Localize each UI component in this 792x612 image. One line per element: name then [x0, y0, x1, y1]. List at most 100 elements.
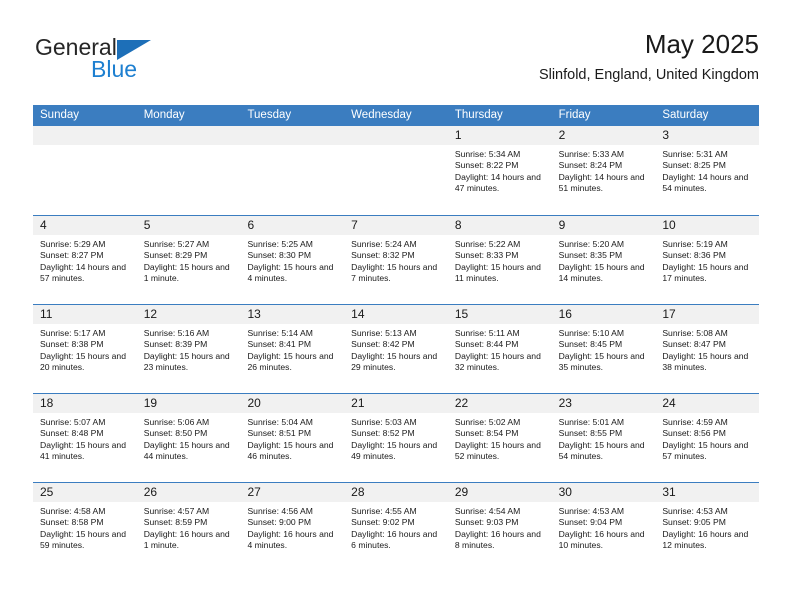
- daylight-text: Daylight: 15 hours and 17 minutes.: [662, 261, 749, 284]
- calendar-day-cell[interactable]: 20 Sunrise: 5:04 AM Sunset: 8:51 PM Dayligh…: [240, 394, 345, 482]
- weekday-header-thursday: Thursday: [454, 109, 503, 121]
- sunrise-text: Sunrise: 4:53 AM: [662, 506, 728, 516]
- daylight-text: Daylight: 15 hours and 41 minutes.: [40, 439, 126, 462]
- day-number: 26: [136, 483, 241, 502]
- sunrise-text: Sunrise: 5:03 AM: [351, 417, 417, 427]
- sunset-text: Sunset: 8:47 PM: [662, 339, 726, 350]
- sunset-text: Sunset: 9:04 PM: [558, 517, 623, 528]
- calendar-day-cell[interactable]: 30 Sunrise: 4:53 AM Sunset: 9:04 PM Dayligh…: [551, 483, 656, 571]
- calendar-day-cell[interactable]: 15 Sunrise: 5:11 AM Sunset: 8:44 PM Dayligh…: [447, 305, 552, 393]
- calendar-day-cell[interactable]: 8 Sunrise: 5:22 AM Sunset: 8:33 PM Daylight…: [447, 216, 552, 304]
- calendar-day-cell[interactable]: 3 Sunrise: 5:31 AM Sunset: 8:25 PM Daylight…: [655, 126, 760, 215]
- sunset-text: Sunset: 8:56 PM: [662, 428, 726, 439]
- day-number: 18: [33, 394, 137, 413]
- day-number: 17: [655, 305, 760, 324]
- sunrise-text: Sunrise: 5:17 AM: [40, 328, 106, 338]
- calendar-day-cell[interactable]: 2 Sunrise: 5:33 AM Sunset: 8:24 PM Daylight…: [551, 126, 656, 215]
- daylight-text: Daylight: 14 hours and 47 minutes.: [454, 171, 541, 194]
- calendar-day-cell[interactable]: 28 Sunrise: 4:55 AM Sunset: 9:02 PM Dayligh…: [344, 483, 448, 571]
- calendar-day-cell[interactable]: 25 Sunrise: 4:58 AM Sunset: 8:58 PM Dayligh…: [33, 483, 137, 571]
- day-number: 8: [447, 216, 552, 235]
- calendar-day-cell[interactable]: 9 Sunrise: 5:20 AM Sunset: 8:35 PM Daylight…: [551, 216, 656, 304]
- calendar-week-row: 18 Sunrise: 5:07 AM Sunset: 8:48 PM Dayligh…: [33, 393, 760, 482]
- day-sun-info: Sunrise: 5:33 AM Sunset: 8:24 PM Daylight:…: [552, 145, 656, 195]
- sunset-text: Sunset: 8:39 PM: [143, 339, 208, 350]
- day-number: 21: [344, 394, 448, 413]
- sunset-text: Sunset: 9:03 PM: [454, 517, 519, 528]
- daylight-text: Daylight: 14 hours and 51 minutes.: [558, 171, 645, 194]
- sunset-text: Sunset: 8:48 PM: [40, 428, 104, 439]
- sunrise-text: Sunrise: 5:06 AM: [143, 417, 210, 427]
- day-number: 10: [655, 216, 760, 235]
- day-sun-info: Sunrise: 5:27 AM Sunset: 8:29 PM Daylight:…: [137, 235, 241, 285]
- calendar-day-cell[interactable]: 23 Sunrise: 5:01 AM Sunset: 8:55 PM Dayligh…: [551, 394, 656, 482]
- day-number: 4: [33, 216, 137, 235]
- calendar-day-cell[interactable]: 27 Sunrise: 4:56 AM Sunset: 9:00 PM Dayligh…: [240, 483, 345, 571]
- sunset-text: Sunset: 8:25 PM: [662, 160, 726, 171]
- weekday-header-saturday: Saturday: [662, 109, 709, 121]
- daylight-text: Daylight: 16 hours and 10 minutes.: [558, 528, 645, 551]
- sunset-text: Sunset: 9:02 PM: [351, 517, 415, 528]
- daylight-text: Daylight: 15 hours and 35 minutes.: [558, 350, 645, 373]
- title-block: May 2025 Slinfold, England, United Kingd…: [539, 28, 759, 84]
- weekday-header-friday: Friday: [558, 109, 591, 121]
- sunset-text: Sunset: 8:36 PM: [662, 250, 726, 261]
- day-sun-info: Sunrise: 4:54 AM Sunset: 9:03 PM Daylight:…: [448, 502, 552, 552]
- daylight-text: Daylight: 15 hours and 29 minutes.: [351, 350, 438, 373]
- calendar-day-cell[interactable]: 26 Sunrise: 4:57 AM Sunset: 8:59 PM Dayligh…: [136, 483, 241, 571]
- sunrise-text: Sunrise: 4:56 AM: [247, 506, 313, 516]
- calendar-week-row: 4 Sunrise: 5:29 AM Sunset: 8:27 PM Daylight…: [33, 215, 760, 304]
- sunset-text: Sunset: 8:33 PM: [454, 250, 519, 261]
- weekday-header-monday: Monday: [143, 109, 185, 121]
- calendar-day-cell[interactable]: 6 Sunrise: 5:25 AM Sunset: 8:30 PM Daylight…: [240, 216, 345, 304]
- calendar-day-cell[interactable]: 5 Sunrise: 5:27 AM Sunset: 8:29 PM Daylight…: [136, 216, 241, 304]
- calendar-week-row: 25 Sunrise: 4:58 AM Sunset: 8:58 PM Dayligh…: [33, 482, 760, 571]
- calendar-day-cell[interactable]: 1 Sunrise: 5:34 AM Sunset: 8:22 PM Daylight…: [447, 126, 552, 215]
- calendar-day-cell[interactable]: 16 Sunrise: 5:10 AM Sunset: 8:45 PM Dayligh…: [551, 305, 656, 393]
- calendar-day-cell[interactable]: 13 Sunrise: 5:14 AM Sunset: 8:41 PM Dayligh…: [240, 305, 345, 393]
- calendar-day-cell[interactable]: 17 Sunrise: 5:08 AM Sunset: 8:47 PM Dayligh…: [655, 305, 760, 393]
- calendar-day-cell[interactable]: 12 Sunrise: 5:16 AM Sunset: 8:39 PM Dayligh…: [136, 305, 241, 393]
- day-sun-info: Sunrise: 4:55 AM Sunset: 9:02 PM Daylight:…: [344, 502, 448, 552]
- calendar-day-cell[interactable]: 14 Sunrise: 5:13 AM Sunset: 8:42 PM Dayligh…: [344, 305, 448, 393]
- day-sun-info: Sunrise: 5:04 AM Sunset: 8:51 PM Daylight:…: [240, 413, 344, 463]
- sunset-text: Sunset: 8:59 PM: [143, 517, 208, 528]
- calendar-page: General Blue May 2025 Slinfold, England,…: [0, 0, 792, 612]
- calendar-day-cell[interactable]: 22 Sunrise: 5:02 AM Sunset: 8:54 PM Dayligh…: [447, 394, 552, 482]
- sunrise-text: Sunrise: 5:20 AM: [558, 239, 625, 249]
- calendar-day-cell[interactable]: 24 Sunrise: 4:59 AM Sunset: 8:56 PM Dayligh…: [655, 394, 760, 482]
- calendar-day-cell[interactable]: 29 Sunrise: 4:54 AM Sunset: 9:03 PM Dayligh…: [447, 483, 552, 571]
- day-sun-info: Sunrise: 5:14 AM Sunset: 8:41 PM Daylight:…: [240, 324, 344, 374]
- sunset-text: Sunset: 8:41 PM: [247, 339, 311, 350]
- day-number: 14: [344, 305, 448, 324]
- sunset-text: Sunset: 8:38 PM: [40, 339, 104, 350]
- day-sun-info: Sunrise: 4:53 AM Sunset: 9:04 PM Daylight:…: [552, 502, 656, 552]
- general-blue-logo[interactable]: General Blue: [33, 34, 253, 90]
- sunset-text: Sunset: 8:55 PM: [558, 428, 623, 439]
- day-number: 1: [447, 126, 552, 145]
- sunset-text: Sunset: 8:27 PM: [40, 250, 104, 261]
- day-sun-info: Sunrise: 5:24 AM Sunset: 8:32 PM Daylight:…: [344, 235, 448, 285]
- calendar-day-cell[interactable]: 18 Sunrise: 5:07 AM Sunset: 8:48 PM Dayligh…: [33, 394, 137, 482]
- day-sun-info: Sunrise: 5:01 AM Sunset: 8:55 PM Daylight:…: [552, 413, 656, 463]
- daylight-text: Daylight: 15 hours and 20 minutes.: [40, 350, 126, 373]
- calendar-day-cell[interactable]: 10 Sunrise: 5:19 AM Sunset: 8:36 PM Dayligh…: [655, 216, 760, 304]
- daylight-text: Daylight: 15 hours and 23 minutes.: [143, 350, 230, 373]
- sunset-text: Sunset: 8:58 PM: [40, 517, 104, 528]
- calendar-day-cell[interactable]: 19 Sunrise: 5:06 AM Sunset: 8:50 PM Dayligh…: [136, 394, 241, 482]
- calendar-day-cell[interactable]: 31 Sunrise: 4:53 AM Sunset: 9:05 PM Dayligh…: [655, 483, 760, 571]
- sunrise-text: Sunrise: 5:29 AM: [40, 239, 106, 249]
- day-number: [136, 126, 241, 145]
- sunrise-text: Sunrise: 5:22 AM: [454, 239, 521, 249]
- day-number: 23: [551, 394, 656, 413]
- sunrise-text: Sunrise: 4:58 AM: [40, 506, 106, 516]
- sunset-text: Sunset: 8:29 PM: [143, 250, 208, 261]
- calendar-day-cell[interactable]: 7 Sunrise: 5:24 AM Sunset: 8:32 PM Daylight…: [344, 216, 448, 304]
- calendar-day-cell[interactable]: 4 Sunrise: 5:29 AM Sunset: 8:27 PM Daylight…: [33, 216, 137, 304]
- calendar-day-cell[interactable]: 21 Sunrise: 5:03 AM Sunset: 8:52 PM Dayligh…: [344, 394, 448, 482]
- day-sun-info: Sunrise: 5:03 AM Sunset: 8:52 PM Daylight:…: [344, 413, 448, 463]
- calendar-day-cell[interactable]: 11 Sunrise: 5:17 AM Sunset: 8:38 PM Dayligh…: [33, 305, 137, 393]
- calendar-grid: Sunday Monday Tuesday Wednesday Thursday…: [33, 105, 760, 571]
- sunset-text: Sunset: 9:00 PM: [247, 517, 311, 528]
- sunrise-text: Sunrise: 5:01 AM: [558, 417, 625, 427]
